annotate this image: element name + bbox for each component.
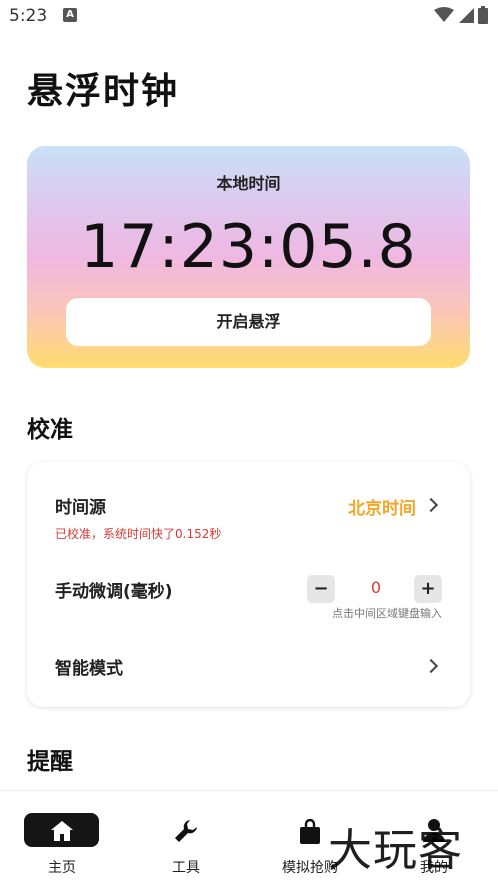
calibration-status-text: 已校准，系统时间快了0.152秒: [55, 527, 222, 541]
time-source-value: 北京时间: [348, 499, 416, 519]
start-float-button[interactable]: 开启悬浮: [66, 298, 431, 346]
chevron-right-icon: [423, 497, 439, 513]
chevron-right-icon: [423, 658, 439, 674]
time-source-label: 时间源: [55, 498, 106, 518]
status-bar: 5:23 A: [0, 0, 498, 32]
page-title: 悬浮时钟: [27, 71, 180, 112]
nav-item-home[interactable]: 主页: [0, 791, 124, 886]
battery-icon: [478, 6, 488, 24]
reminder-section-title: 提醒: [27, 749, 73, 775]
smart-mode-row[interactable]: 智能模式: [27, 632, 470, 697]
nav-label-home: 主页: [48, 860, 76, 876]
wrench-icon: [175, 820, 197, 842]
smart-mode-label: 智能模式: [55, 659, 123, 679]
signal-icon: [459, 8, 474, 23]
shopping-bag-icon: [300, 819, 320, 844]
clock-card: 本地时间 17:23:05.8 开启悬浮: [27, 146, 470, 368]
adjust-hint: 点击中间区域键盘输入: [332, 607, 442, 620]
calibration-section-title: 校准: [27, 417, 73, 443]
notification-icon: A: [63, 8, 77, 22]
nav-label-tools: 工具: [172, 860, 200, 876]
decrement-button[interactable]: −: [307, 575, 335, 603]
manual-adjust-label: 手动微调(毫秒): [55, 582, 173, 602]
nav-item-tools[interactable]: 工具: [124, 791, 248, 886]
time-source-row[interactable]: 时间源 北京时间 已校准，系统时间快了0.152秒: [27, 462, 470, 542]
clock-time: 17:23:05.8: [80, 212, 417, 282]
calibration-card: 时间源 北京时间 已校准，系统时间快了0.152秒 手动微调(毫秒) − 0 +…: [27, 462, 470, 707]
wifi-icon: [434, 7, 454, 22]
watermark-logo: 大玩客: [328, 825, 463, 876]
increment-button[interactable]: +: [414, 575, 442, 603]
status-time: 5:23: [9, 6, 48, 26]
status-icons: [434, 6, 488, 24]
home-icon: [51, 821, 73, 841]
clock-label: 本地时间: [216, 174, 281, 193]
adjust-value-input[interactable]: 0: [361, 578, 391, 597]
